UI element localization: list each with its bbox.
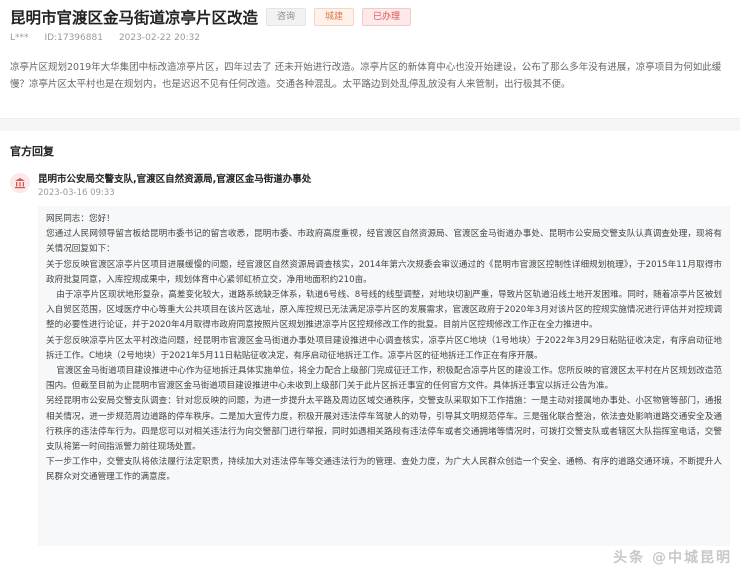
reply-paragraph: 网民同志：您好！ <box>46 214 115 224</box>
message-meta: L*** ID:17396881 2023-02-22 20:32 <box>10 33 730 43</box>
title-row: 昆明市官渡区金马街道凉亭片区改造 咨询 城建 已办理 <box>10 4 730 30</box>
department-name: 昆明市公安局交警支队,官渡区自然资源局,官渡区金马街道办事处 <box>38 174 312 185</box>
tag-urban-construction[interactable]: 城建 <box>314 8 355 26</box>
reply-date: 2023-03-16 09:33 <box>38 188 115 198</box>
official-reply-section: 官方回复 昆明市公安局交警支队,官渡区自然资源局,官渡区金马街道办事处 2023… <box>0 131 740 546</box>
department-row: 昆明市公安局交警支队,官渡区自然资源局,官渡区金马街道办事处 2023-03-1… <box>10 171 730 198</box>
author-name: L*** <box>10 33 29 43</box>
reply-paragraph: 另经昆明市公安局交警支队调查：针对您反映的问题，为进一步提升太平路及周边区域交通… <box>46 396 722 453</box>
reply-body: 网民同志：您好！ 您通过人民网领导留言板给昆明市委书记的留言收悉，昆明市委、市政… <box>38 206 730 546</box>
watermark: 头条 @中城昆明 <box>613 550 732 566</box>
reply-heading: 官方回复 <box>10 145 54 158</box>
reply-paragraph: 关于您反映官渡区凉亭片区项目进展缓慢的问题，经官渡区自然资源局调查核实，2014… <box>46 259 722 285</box>
message-datetime: 2023-02-22 20:32 <box>118 33 201 43</box>
message-id: ID:17396881 <box>44 33 103 43</box>
reply-paragraph: 由于凉亭片区现状地形复杂，高差变化较大，道路系统缺乏体系，轨道6号线、8号线的线… <box>46 290 722 331</box>
status-badge: 已办理 <box>362 8 412 26</box>
tag-consult[interactable]: 咨询 <box>266 8 307 26</box>
message-header: 昆明市官渡区金马街道凉亭片区改造 咨询 城建 已办理 L*** ID:17396… <box>0 0 740 118</box>
reply-paragraph: 您通过人民网领导留言板给昆明市委书记的留言收悉，昆明市委、市政府高度重视，经官渡… <box>46 229 722 255</box>
page-title: 昆明市官渡区金马街道凉亭片区改造 <box>10 9 259 27</box>
reply-paragraph: 下一步工作中，交警支队将依法履行法定职责，持续加大对违法停车等交通违法行为的管理… <box>46 457 722 483</box>
government-building-icon <box>10 173 30 193</box>
section-divider <box>0 118 740 131</box>
reply-paragraph: 官渡区金马街道项目建设推进中心作为征地拆迁具体实施单位，将全力配合上级部门完成征… <box>46 366 722 392</box>
question-text: 凉亭片区规划2019年大华集团中标改造凉亭片区，四年过去了 还未开始进行改造。凉… <box>10 62 722 90</box>
page: 昆明市官渡区金马街道凉亭片区改造 咨询 城建 已办理 L*** ID:17396… <box>0 0 740 569</box>
reply-paragraph: 关于您反映凉亭片区太平村改造问题，经昆明市官渡区金马街道办事处项目建设推进中心调… <box>46 335 722 361</box>
